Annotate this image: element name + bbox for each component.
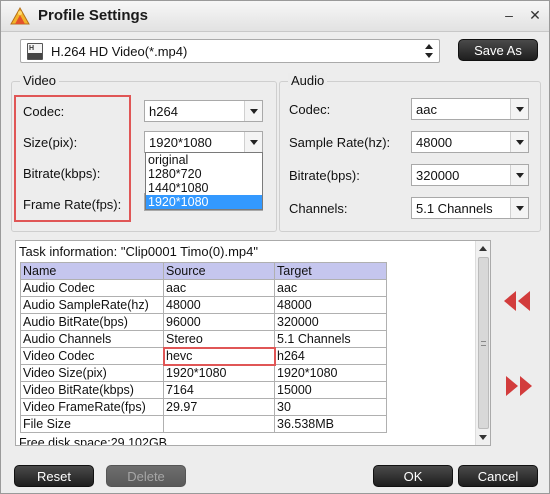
save-as-button[interactable]: Save As xyxy=(458,39,538,61)
delete-button[interactable]: Delete xyxy=(106,465,186,487)
table-cell: 320000 xyxy=(274,313,387,331)
scroll-up-icon[interactable] xyxy=(476,241,490,256)
table-cell: 15000 xyxy=(274,381,387,399)
table-cell: 1920*1080 xyxy=(163,364,275,382)
audio-bitrate-label: Bitrate(bps): xyxy=(289,168,360,183)
table-row: Audio BitRate(bps) 96000 320000 xyxy=(20,313,387,331)
column-header: Target xyxy=(274,262,387,280)
video-size-value: 1920*1080 xyxy=(149,135,212,150)
table-cell: aac xyxy=(163,279,275,297)
video-codec-select[interactable]: h264 xyxy=(144,100,263,122)
table-cell: 30 xyxy=(274,398,387,416)
size-option[interactable]: 1440*1080 xyxy=(146,181,262,195)
task-info-title: Task information: "Clip0001 Timo(0).mp4" xyxy=(19,244,258,259)
ok-button[interactable]: OK xyxy=(373,465,453,487)
video-file-icon: H xyxy=(27,43,43,60)
audio-samplerate-label: Sample Rate(hz): xyxy=(289,135,391,150)
vertical-scrollbar[interactable] xyxy=(475,241,490,445)
video-file-icon-label: H xyxy=(29,45,35,52)
table-row: Audio Channels Stereo 5.1 Channels xyxy=(20,330,387,348)
task-info-table: Name Source Target Audio Codec aac aac A… xyxy=(20,262,387,433)
profile-select-value: H.264 HD Video(*.mp4) xyxy=(51,44,188,59)
table-cell: Video Codec xyxy=(20,347,164,365)
table-cell: 5.1 Channels xyxy=(274,330,387,348)
table-row: Audio SampleRate(hz) 48000 48000 xyxy=(20,296,387,314)
table-cell: 29.97 xyxy=(163,398,275,416)
video-group-title: Video xyxy=(20,73,60,88)
table-cell: 36.538MB xyxy=(274,415,387,433)
table-cell: 1920*1080 xyxy=(274,364,387,382)
table-cell: Audio BitRate(bps) xyxy=(20,313,164,331)
chevron-down-icon xyxy=(244,101,262,121)
task-info-panel[interactable]: Task information: "Clip0001 Timo(0).mp4"… xyxy=(15,240,491,446)
audio-codec-value: aac xyxy=(416,102,437,117)
audio-channels-value: 5.1 Channels xyxy=(416,201,493,216)
audio-codec-label: Codec: xyxy=(289,102,331,117)
table-cell: Stereo xyxy=(163,330,275,348)
column-header: Source xyxy=(163,262,275,280)
table-cell-highlighted: hevc xyxy=(162,346,276,366)
highlight-box xyxy=(14,95,131,222)
table-cell: Video Size(pix) xyxy=(20,364,164,382)
profile-settings-window: Profile Settings – ✕ H H.264 HD Video(*.… xyxy=(0,0,550,494)
chevron-down-icon xyxy=(510,132,528,152)
video-codec-value: h264 xyxy=(149,104,178,119)
table-cell: Video BitRate(kbps) xyxy=(20,381,164,399)
audio-bitrate-select[interactable]: 320000 xyxy=(411,164,529,186)
title-bar: Profile Settings – ✕ xyxy=(1,1,549,32)
audio-bitrate-value: 320000 xyxy=(416,168,460,183)
column-header: Name xyxy=(20,262,164,280)
table-row: Audio Codec aac aac xyxy=(20,279,387,297)
free-disk-space: Free disk space:29.102GB xyxy=(19,436,167,446)
table-cell: 48000 xyxy=(274,296,387,314)
chevron-down-icon xyxy=(510,198,528,218)
table-cell: h264 xyxy=(274,347,387,365)
audio-codec-select[interactable]: aac xyxy=(411,98,529,120)
minimize-button[interactable]: – xyxy=(501,7,517,23)
chevron-down-icon xyxy=(510,165,528,185)
size-option-selected[interactable]: 1920*1080 xyxy=(146,195,262,209)
audio-samplerate-value: 48000 xyxy=(416,135,453,150)
table-cell xyxy=(163,415,275,433)
close-button[interactable]: ✕ xyxy=(527,7,543,23)
table-row: File Size 36.538MB xyxy=(20,415,387,433)
table-cell: 48000 xyxy=(163,296,275,314)
audio-channels-label: Channels: xyxy=(289,201,348,216)
table-cell: Audio SampleRate(hz) xyxy=(20,296,164,314)
scroll-thumb[interactable] xyxy=(478,257,489,429)
table-cell: File Size xyxy=(20,415,164,433)
audio-samplerate-select[interactable]: 48000 xyxy=(411,131,529,153)
updown-arrows-icon xyxy=(425,44,433,58)
table-row: Video BitRate(kbps) 7164 15000 xyxy=(20,381,387,399)
size-dropdown-list: original 1280*720 1440*1080 1920*1080 xyxy=(145,152,263,210)
window-title: Profile Settings xyxy=(38,7,149,24)
table-cell: 96000 xyxy=(163,313,275,331)
size-option[interactable]: original xyxy=(146,153,262,167)
size-option[interactable]: 1280*720 xyxy=(146,167,262,181)
table-header-row: Name Source Target xyxy=(20,262,387,280)
audio-channels-select[interactable]: 5.1 Channels xyxy=(411,197,529,219)
reset-button[interactable]: Reset xyxy=(14,465,94,487)
table-row: Video FrameRate(fps) 29.97 30 xyxy=(20,398,387,416)
audio-group-title: Audio xyxy=(288,73,328,88)
table-cell: Video FrameRate(fps) xyxy=(20,398,164,416)
table-cell: Audio Codec xyxy=(20,279,164,297)
cancel-button[interactable]: Cancel xyxy=(458,465,538,487)
video-size-select[interactable]: 1920*1080 xyxy=(144,131,263,153)
table-cell: Audio Channels xyxy=(20,330,164,348)
chevron-down-icon xyxy=(510,99,528,119)
double-right-arrow-icon[interactable] xyxy=(505,375,533,397)
scroll-down-icon[interactable] xyxy=(476,430,490,445)
table-cell: 7164 xyxy=(163,381,275,399)
table-row: Video Size(pix) 1920*1080 1920*1080 xyxy=(20,364,387,382)
app-icon xyxy=(10,6,30,25)
table-cell: aac xyxy=(274,279,387,297)
double-left-arrow-icon[interactable] xyxy=(503,290,531,312)
profile-select[interactable]: H H.264 HD Video(*.mp4) xyxy=(20,39,440,63)
chevron-down-icon xyxy=(244,132,262,152)
table-row: Video Codec hevc h264 xyxy=(20,346,387,366)
